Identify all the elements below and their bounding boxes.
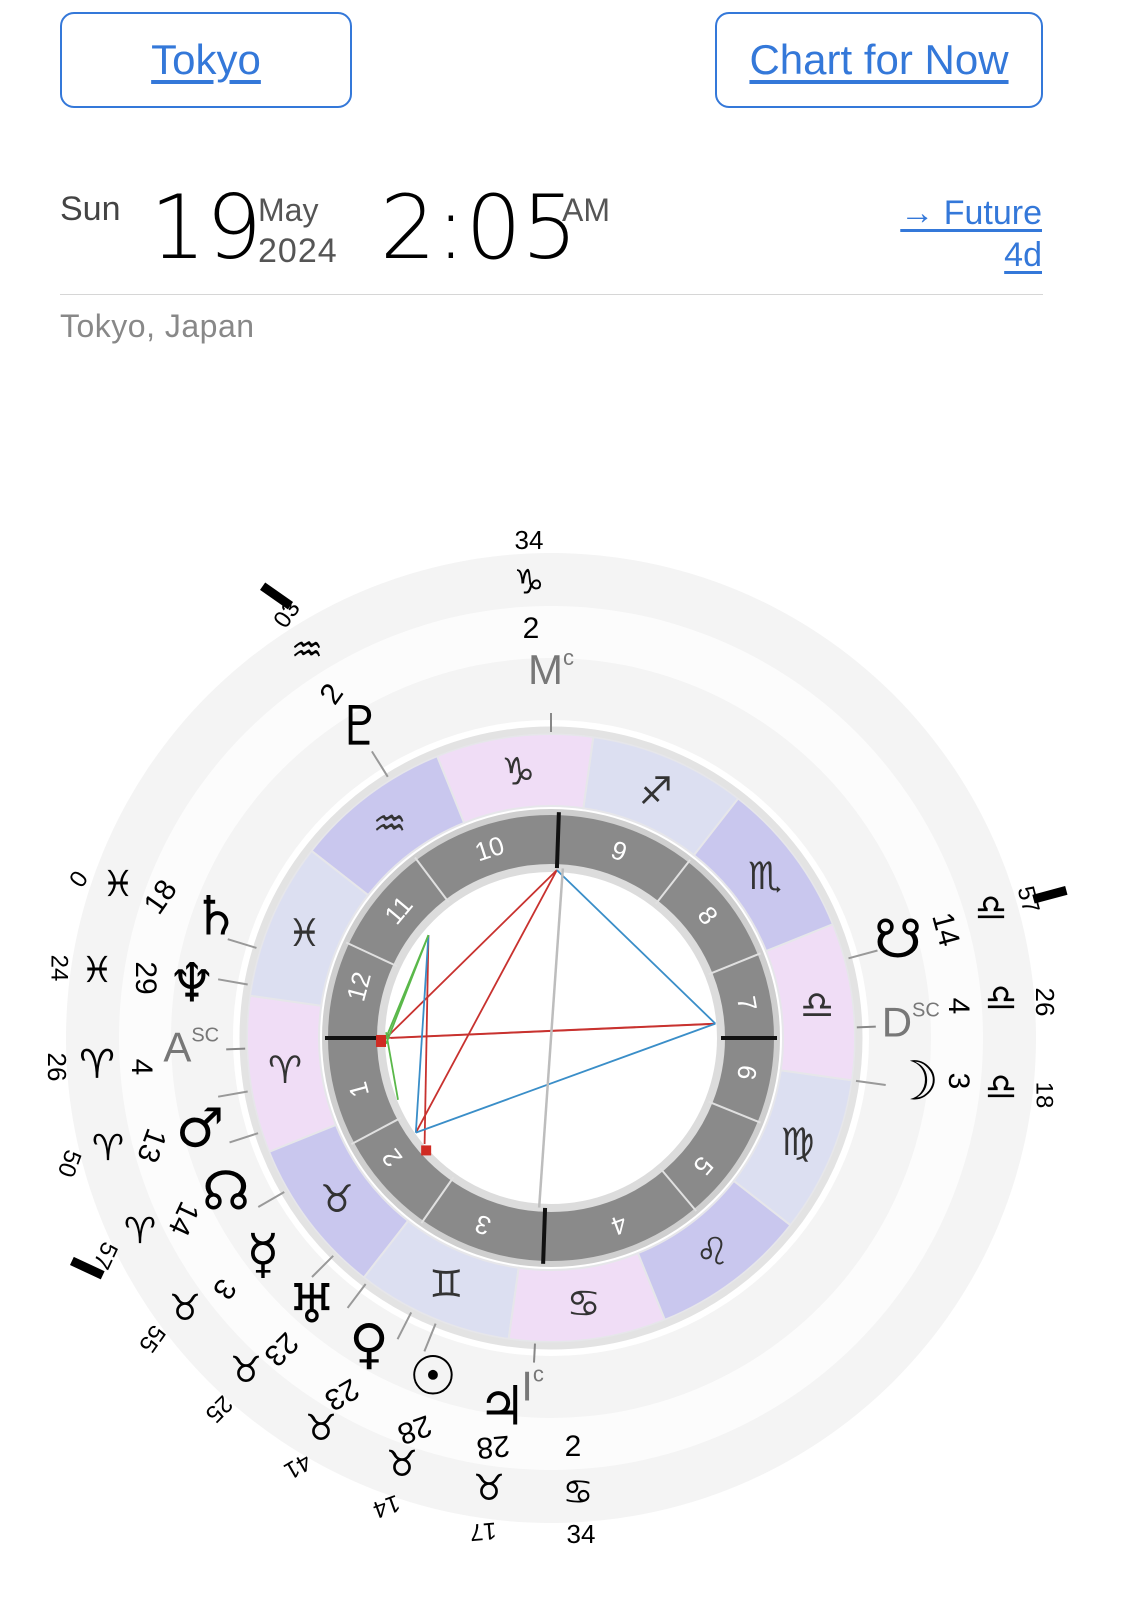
sign-glyph-pisces: ♓︎ [287, 911, 321, 955]
day-value[interactable]: 19 [150, 180, 262, 276]
house-cusp-4 [541, 1207, 548, 1264]
aspect-marker [376, 1034, 387, 1047]
ic-sign-glyph: ♋︎ [563, 1473, 593, 1513]
sign-glyph-aquarius: ♒︎ [373, 801, 407, 845]
jupiter-minutes: 17 [469, 1517, 498, 1546]
pluto-sign-glyph: ♒︎ [291, 630, 323, 671]
venus-glyph[interactable]: ♀ [349, 1313, 389, 1376]
jupiter-glyph[interactable]: ♃ [478, 1375, 526, 1438]
venus-sign-glyph: ♉︎ [305, 1408, 337, 1449]
moon-minutes: 18 [1031, 1082, 1058, 1109]
neptune-glyph[interactable]: ♆ [168, 952, 216, 1015]
sign-glyph-gemini: ♊︎ [429, 1262, 463, 1306]
sign-glyph-leo: ♌︎ [695, 1230, 729, 1274]
ic-minutes: 34 [567, 1519, 596, 1549]
sign-glyph-capricorn: ♑︎ [501, 749, 535, 793]
divider [60, 294, 1043, 295]
city-button[interactable]: Tokyo [60, 12, 352, 108]
asc-tick [226, 1047, 246, 1051]
mc-minutes: 34 [515, 525, 544, 555]
asc-label-sup: SC [191, 1025, 219, 1047]
ic-tick [532, 1343, 536, 1363]
dsc-degree: 4 [942, 998, 975, 1015]
mc-sign-glyph: ♑︎ [514, 563, 544, 603]
house-cusp-10 [554, 812, 561, 869]
dsc-sign-glyph: ♎︎ [985, 978, 1017, 1019]
month-value[interactable]: May [258, 192, 318, 229]
saturn-glyph[interactable]: ♄ [192, 885, 240, 948]
asc-minutes: 26 [42, 1053, 72, 1082]
jupiter-sign-glyph: ♉︎ [473, 1468, 505, 1509]
weekday-label: Sun [60, 190, 121, 228]
sign-glyph-scorpio: ♏︎ [748, 854, 782, 898]
south-node-glyph[interactable]: ☋ [874, 908, 922, 971]
sign-glyph-virgo: ♍︎ [781, 1120, 815, 1164]
aspect-marker [421, 1145, 432, 1156]
mc-degree: 2 [523, 612, 540, 645]
mercury-sign-glyph: ♉︎ [169, 1288, 201, 1329]
ic-degree: 2 [565, 1430, 582, 1463]
mars-glyph[interactable]: ♂ [176, 1097, 224, 1160]
sun-glyph[interactable]: ☉ [409, 1345, 457, 1408]
mc-label-sup: c [563, 645, 574, 670]
moon-degree: 3 [942, 1073, 975, 1090]
ic-label-sup: c [533, 1361, 544, 1386]
sign-glyph-aries: ♈︎ [268, 1048, 302, 1092]
sun-sign-glyph: ♉︎ [386, 1444, 418, 1485]
neptune-sign-glyph: ♓︎ [81, 950, 113, 991]
dsc-minutes: 26 [1030, 988, 1060, 1017]
uranus-glyph[interactable]: ♅ [288, 1273, 336, 1336]
ampm-value[interactable]: AM [562, 192, 610, 229]
chart-for-now-button[interactable]: Chart for Now [715, 12, 1043, 108]
natal-chart-wheel[interactable]: ♈︎♉︎♊︎ ♋︎♌︎♍︎♎︎♏︎♐︎♑︎♒︎♓︎123 456789101112M… [0, 500, 1125, 1600]
north-node-glyph[interactable]: ☊ [202, 1160, 250, 1223]
mercury-glyph[interactable]: ☿ [246, 1223, 279, 1286]
moon-sign-glyph: ♎︎ [985, 1067, 1017, 1108]
saturn-sign-glyph: ♓︎ [102, 864, 134, 905]
sign-glyph-taurus: ♉︎ [320, 1177, 354, 1221]
north-node-sign-glyph: ♈︎ [124, 1211, 156, 1252]
sign-glyph-sagittarius: ♐︎ [639, 769, 673, 813]
future-link[interactable]: → Future 4d [870, 192, 1042, 276]
neptune-minutes: 24 [46, 955, 73, 982]
location-label[interactable]: Tokyo, Japan [60, 308, 255, 345]
dsc-tick [856, 1025, 876, 1029]
saturn-minutes: 0 [64, 866, 94, 892]
asc-sign-glyph: ♈︎ [79, 1042, 115, 1088]
future-offset-label: 4d [1004, 236, 1042, 274]
time-value[interactable]: 2:05 [380, 180, 578, 276]
future-link-label: → Future [900, 194, 1042, 232]
year-value[interactable]: 2024 [258, 232, 338, 271]
sign-glyph-libra: ♎︎ [800, 983, 834, 1027]
sign-glyph-cancer: ♋︎ [567, 1282, 601, 1326]
dsc-label-sup: SC [912, 1000, 940, 1022]
uranus-sign-glyph: ♉︎ [230, 1350, 262, 1391]
jupiter-degree: 28 [475, 1429, 511, 1465]
moon-glyph[interactable]: ☽ [891, 1050, 939, 1113]
mars-sign-glyph: ♈︎ [92, 1128, 124, 1169]
south-node-sign-glyph: ♎︎ [975, 888, 1007, 929]
asc-degree: 4 [125, 1059, 158, 1076]
neptune-degree: 29 [129, 961, 162, 994]
